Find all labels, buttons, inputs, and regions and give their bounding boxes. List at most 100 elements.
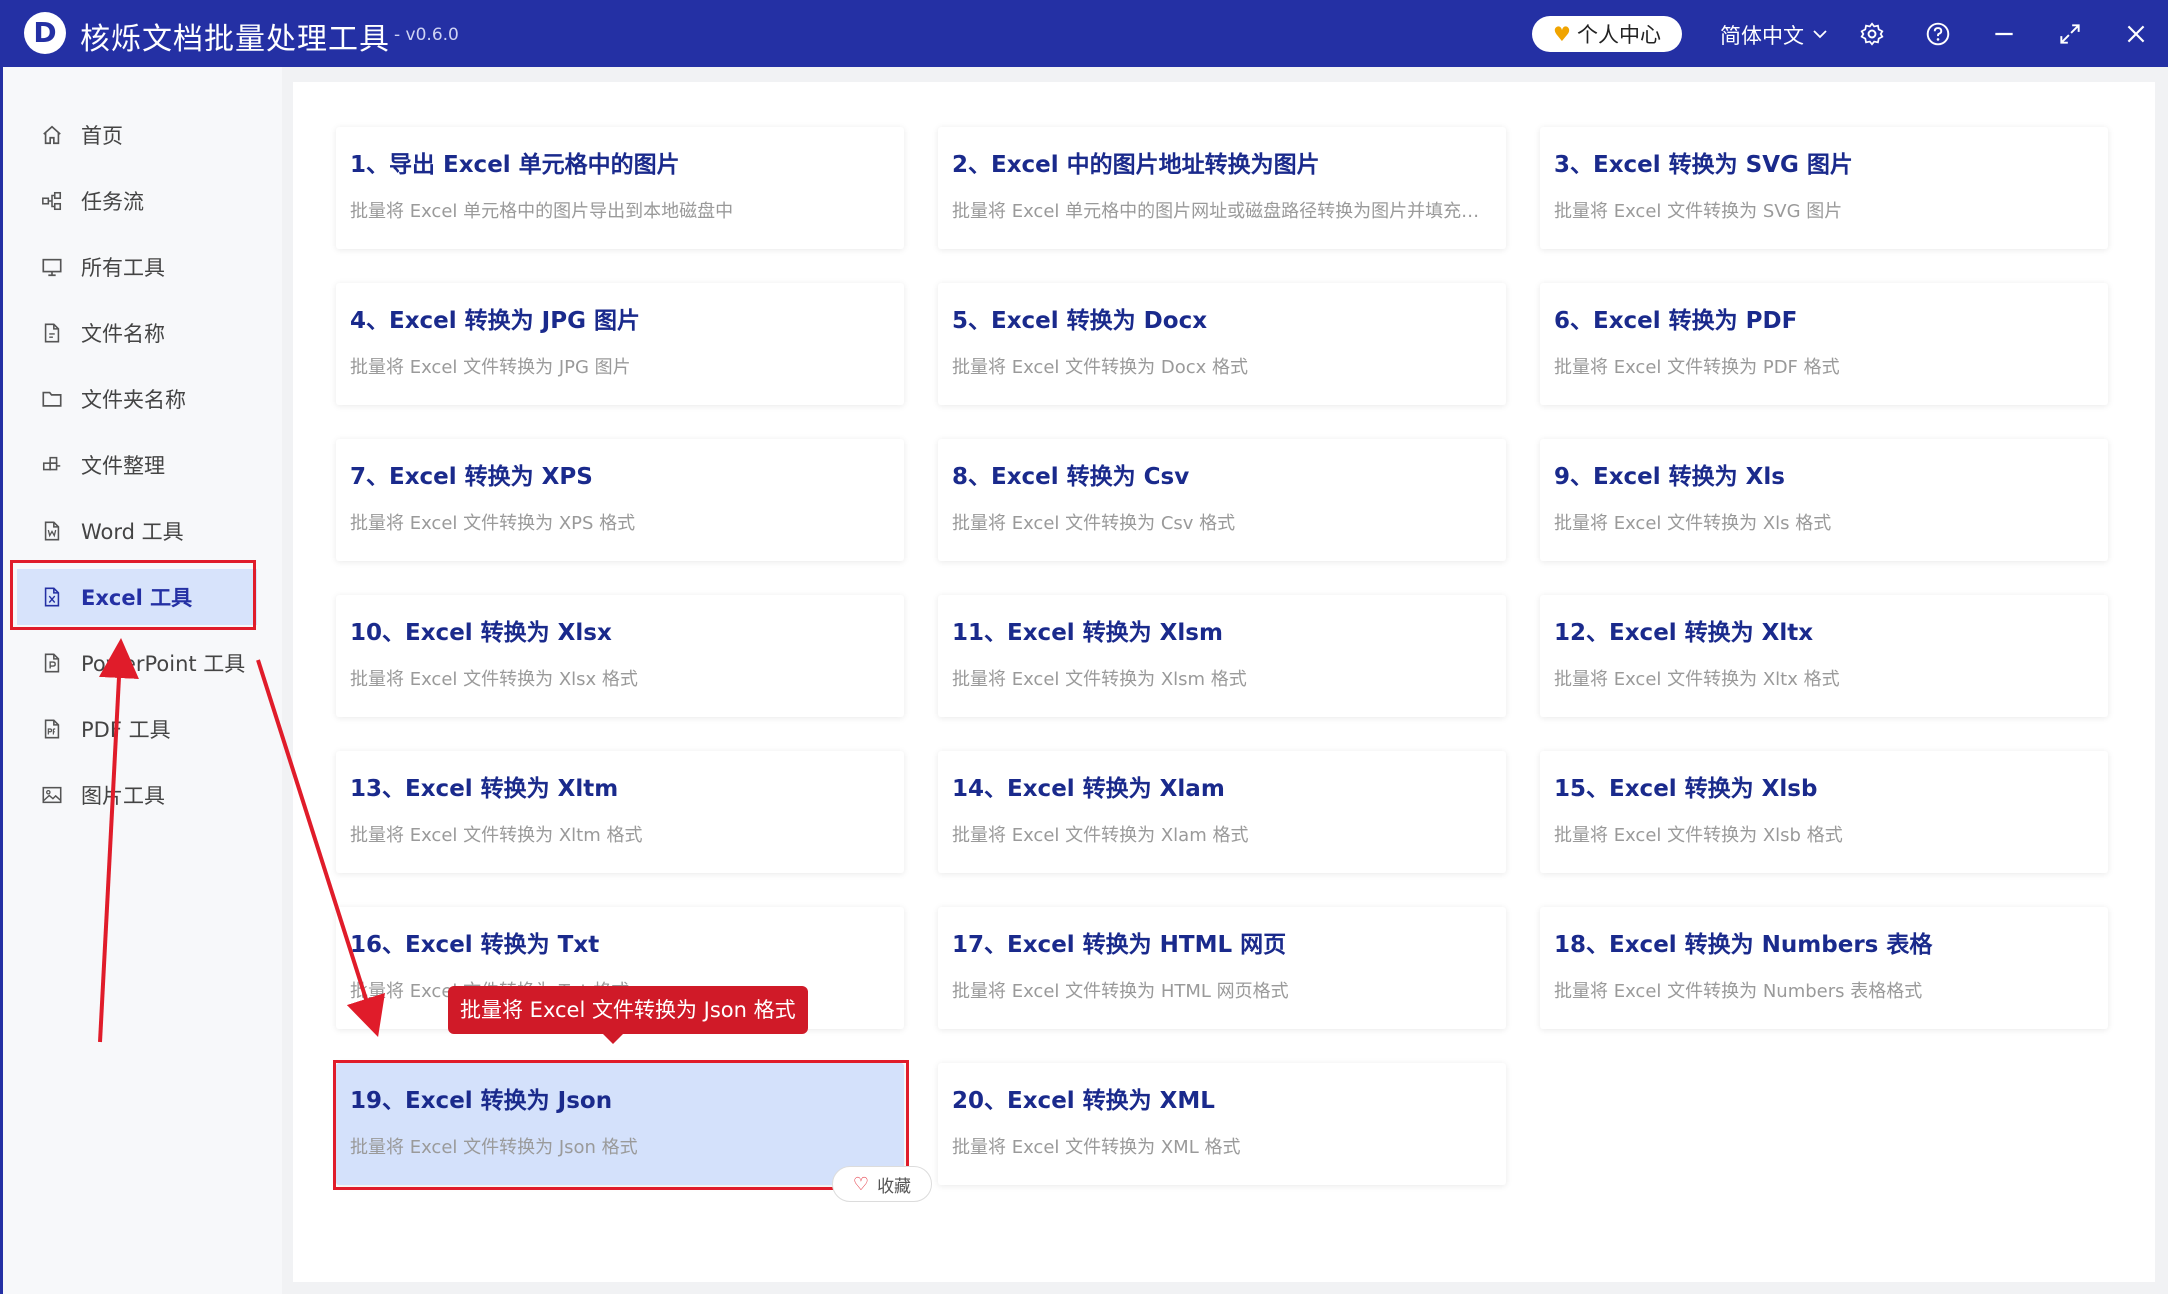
tooltip: 批量将 Excel 文件转换为 Json 格式 — [448, 986, 808, 1034]
tool-card[interactable]: 3、Excel 转换为 SVG 图片 批量将 Excel 文件转换为 SVG 图… — [1540, 127, 2108, 249]
tool-card-desc: 批量将 Excel 文件转换为 Csv 格式 — [952, 509, 1492, 535]
sidebar-item-label: 文件整理 — [81, 450, 165, 480]
sidebar-item-label: 所有工具 — [81, 252, 165, 282]
sidebar-item-powerpoint-tools[interactable]: PowerPoint 工具 — [17, 635, 257, 691]
tool-card-desc: 批量将 Excel 文件转换为 HTML 网页格式 — [952, 977, 1492, 1003]
app-logo: D — [24, 12, 66, 54]
tool-card[interactable]: 7、Excel 转换为 XPS 批量将 Excel 文件转换为 XPS 格式 — [336, 439, 904, 561]
tool-card[interactable]: 10、Excel 转换为 Xlsx 批量将 Excel 文件转换为 Xlsx 格… — [336, 595, 904, 717]
tool-card[interactable]: 12、Excel 转换为 Xltx 批量将 Excel 文件转换为 Xltx 格… — [1540, 595, 2108, 717]
home-icon — [39, 122, 65, 148]
file-icon — [39, 320, 65, 346]
settings-gear-icon[interactable] — [1856, 18, 1888, 50]
tool-card-title: 17、Excel 转换为 HTML 网页 — [952, 925, 1492, 959]
tool-card-desc: 批量将 Excel 文件转换为 Xlsx 格式 — [350, 665, 890, 691]
user-center-button[interactable]: ♥ 个人中心 — [1532, 16, 1682, 52]
sidebar-item-label: Word 工具 — [81, 516, 184, 546]
tool-card-title: 10、Excel 转换为 Xlsx — [350, 613, 890, 647]
tool-card-desc: 批量将 Excel 文件转换为 JPG 图片 — [350, 353, 890, 379]
tool-card-desc: 批量将 Excel 文件转换为 PDF 格式 — [1554, 353, 2094, 379]
sidebar-item-label: 任务流 — [81, 186, 144, 216]
minimize-icon[interactable] — [1988, 18, 2020, 50]
sidebar-item-word-tools[interactable]: Word 工具 — [17, 503, 257, 559]
word-icon — [39, 518, 65, 544]
tool-card[interactable]: 9、Excel 转换为 Xls 批量将 Excel 文件转换为 Xls 格式 — [1540, 439, 2108, 561]
sidebar-item-workflow[interactable]: 任务流 — [17, 173, 257, 229]
tool-card-title: 1、导出 Excel 单元格中的图片 — [350, 145, 890, 179]
sidebar-item-label: 文件名称 — [81, 318, 165, 348]
tool-card-desc: 批量将 Excel 文件转换为 Xltm 格式 — [350, 821, 890, 847]
user-center-label: 个人中心 — [1577, 19, 1661, 49]
heart-icon: ♡ — [853, 1174, 869, 1195]
sidebar-item-image-tools[interactable]: 图片工具 — [17, 767, 257, 823]
sidebar-item-label: 首页 — [81, 120, 123, 150]
tool-card[interactable]: 17、Excel 转换为 HTML 网页 批量将 Excel 文件转换为 HTM… — [938, 907, 1506, 1029]
tool-card-title: 8、Excel 转换为 Csv — [952, 457, 1492, 491]
organize-icon — [39, 452, 65, 478]
favorite-button[interactable]: ♡ 收藏 — [832, 1166, 932, 1202]
sidebar-item-home[interactable]: 首页 — [17, 107, 257, 163]
tool-card[interactable]: 1、导出 Excel 单元格中的图片 批量将 Excel 单元格中的图片导出到本… — [336, 127, 904, 249]
tool-card-title: 11、Excel 转换为 Xlsm — [952, 613, 1492, 647]
folder-icon — [39, 386, 65, 412]
tool-card-desc: 批量将 Excel 文件转换为 Docx 格式 — [952, 353, 1492, 379]
sidebar-item-file-name[interactable]: 文件名称 — [17, 305, 257, 361]
tool-card-desc: 批量将 Excel 文件转换为 SVG 图片 — [1554, 197, 2094, 223]
tool-card-desc: 批量将 Excel 文件转换为 Xlam 格式 — [952, 821, 1492, 847]
sidebar-item-label: PowerPoint 工具 — [81, 648, 245, 678]
tool-card-title: 7、Excel 转换为 XPS — [350, 457, 890, 491]
title-bar: D 核烁文档批量处理工具 - v0.6.0 ♥ 个人中心 简体中文 — [0, 0, 2168, 67]
app-title: 核烁文档批量处理工具 — [80, 14, 390, 58]
sidebar-item-all-tools[interactable]: 所有工具 — [17, 239, 257, 295]
tool-card-title: 16、Excel 转换为 Txt — [350, 925, 890, 959]
tool-card[interactable]: 4、Excel 转换为 JPG 图片 批量将 Excel 文件转换为 JPG 图… — [336, 283, 904, 405]
sidebar-item-label: PDF 工具 — [81, 714, 171, 744]
annotation-highlight-sidebar — [10, 560, 256, 630]
favorite-label: 收藏 — [877, 1172, 911, 1197]
maximize-icon[interactable] — [2054, 18, 2086, 50]
tool-card[interactable]: 6、Excel 转换为 PDF 批量将 Excel 文件转换为 PDF 格式 — [1540, 283, 2108, 405]
app-version: - v0.6.0 — [394, 25, 459, 45]
tool-card[interactable]: 13、Excel 转换为 Xltm 批量将 Excel 文件转换为 Xltm 格… — [336, 751, 904, 873]
tool-card-desc: 批量将 Excel 文件转换为 XML 格式 — [952, 1133, 1492, 1159]
tool-card-title: 18、Excel 转换为 Numbers 表格 — [1554, 925, 2094, 959]
tool-card-desc: 批量将 Excel 单元格中的图片网址或磁盘路径转换为图片并填充到... — [952, 197, 1492, 223]
sidebar-item-pdf-tools[interactable]: PDF 工具 — [17, 701, 257, 757]
tool-card-desc: 批量将 Excel 文件转换为 Xlsm 格式 — [952, 665, 1492, 691]
sidebar-item-label: 文件夹名称 — [81, 384, 186, 414]
tool-card-title: 13、Excel 转换为 Xltm — [350, 769, 890, 803]
tool-card-title: 14、Excel 转换为 Xlam — [952, 769, 1492, 803]
language-selector[interactable]: 简体中文 — [1720, 20, 1828, 50]
tool-card[interactable]: 18、Excel 转换为 Numbers 表格 批量将 Excel 文件转换为 … — [1540, 907, 2108, 1029]
chevron-down-icon — [1812, 23, 1828, 47]
sidebar-item-folder-name[interactable]: 文件夹名称 — [17, 371, 257, 427]
tool-card[interactable]: 8、Excel 转换为 Csv 批量将 Excel 文件转换为 Csv 格式 — [938, 439, 1506, 561]
tool-card-title: 5、Excel 转换为 Docx — [952, 301, 1492, 335]
ppt-icon — [39, 650, 65, 676]
tool-card[interactable]: 20、Excel 转换为 XML 批量将 Excel 文件转换为 XML 格式 — [938, 1063, 1506, 1185]
language-label: 简体中文 — [1720, 20, 1804, 50]
tool-card[interactable]: 14、Excel 转换为 Xlam 批量将 Excel 文件转换为 Xlam 格… — [938, 751, 1506, 873]
tool-card-title: 6、Excel 转换为 PDF — [1554, 301, 2094, 335]
help-icon[interactable] — [1922, 18, 1954, 50]
monitor-icon — [39, 254, 65, 280]
tool-card-desc: 批量将 Excel 文件转换为 Xltx 格式 — [1554, 665, 2094, 691]
close-icon[interactable] — [2120, 18, 2152, 50]
image-icon — [39, 782, 65, 808]
sidebar-item-label: 图片工具 — [81, 780, 165, 810]
tool-card[interactable]: 2、Excel 中的图片地址转换为图片 批量将 Excel 单元格中的图片网址或… — [938, 127, 1506, 249]
tool-card-desc: 批量将 Excel 文件转换为 Numbers 表格格式 — [1554, 977, 2094, 1003]
tool-card-title: 20、Excel 转换为 XML — [952, 1081, 1492, 1115]
tool-card[interactable]: 15、Excel 转换为 Xlsb 批量将 Excel 文件转换为 Xlsb 格… — [1540, 751, 2108, 873]
tool-card-title: 12、Excel 转换为 Xltx — [1554, 613, 2094, 647]
sidebar-item-file-organize[interactable]: 文件整理 — [17, 437, 257, 493]
tool-card-title: 15、Excel 转换为 Xlsb — [1554, 769, 2094, 803]
tool-card-desc: 批量将 Excel 文件转换为 Xlsb 格式 — [1554, 821, 2094, 847]
tool-card-title: 4、Excel 转换为 JPG 图片 — [350, 301, 890, 335]
sidebar: 首页 任务流 所有工具 文件名称 文件夹名称 文件整理 Word 工具 Exce… — [0, 67, 282, 1294]
tool-card-title: 3、Excel 转换为 SVG 图片 — [1554, 145, 2094, 179]
tool-card[interactable]: 5、Excel 转换为 Docx 批量将 Excel 文件转换为 Docx 格式 — [938, 283, 1506, 405]
workflow-icon — [39, 188, 65, 214]
tool-card[interactable]: 11、Excel 转换为 Xlsm 批量将 Excel 文件转换为 Xlsm 格… — [938, 595, 1506, 717]
annotation-highlight-card — [333, 1060, 909, 1190]
